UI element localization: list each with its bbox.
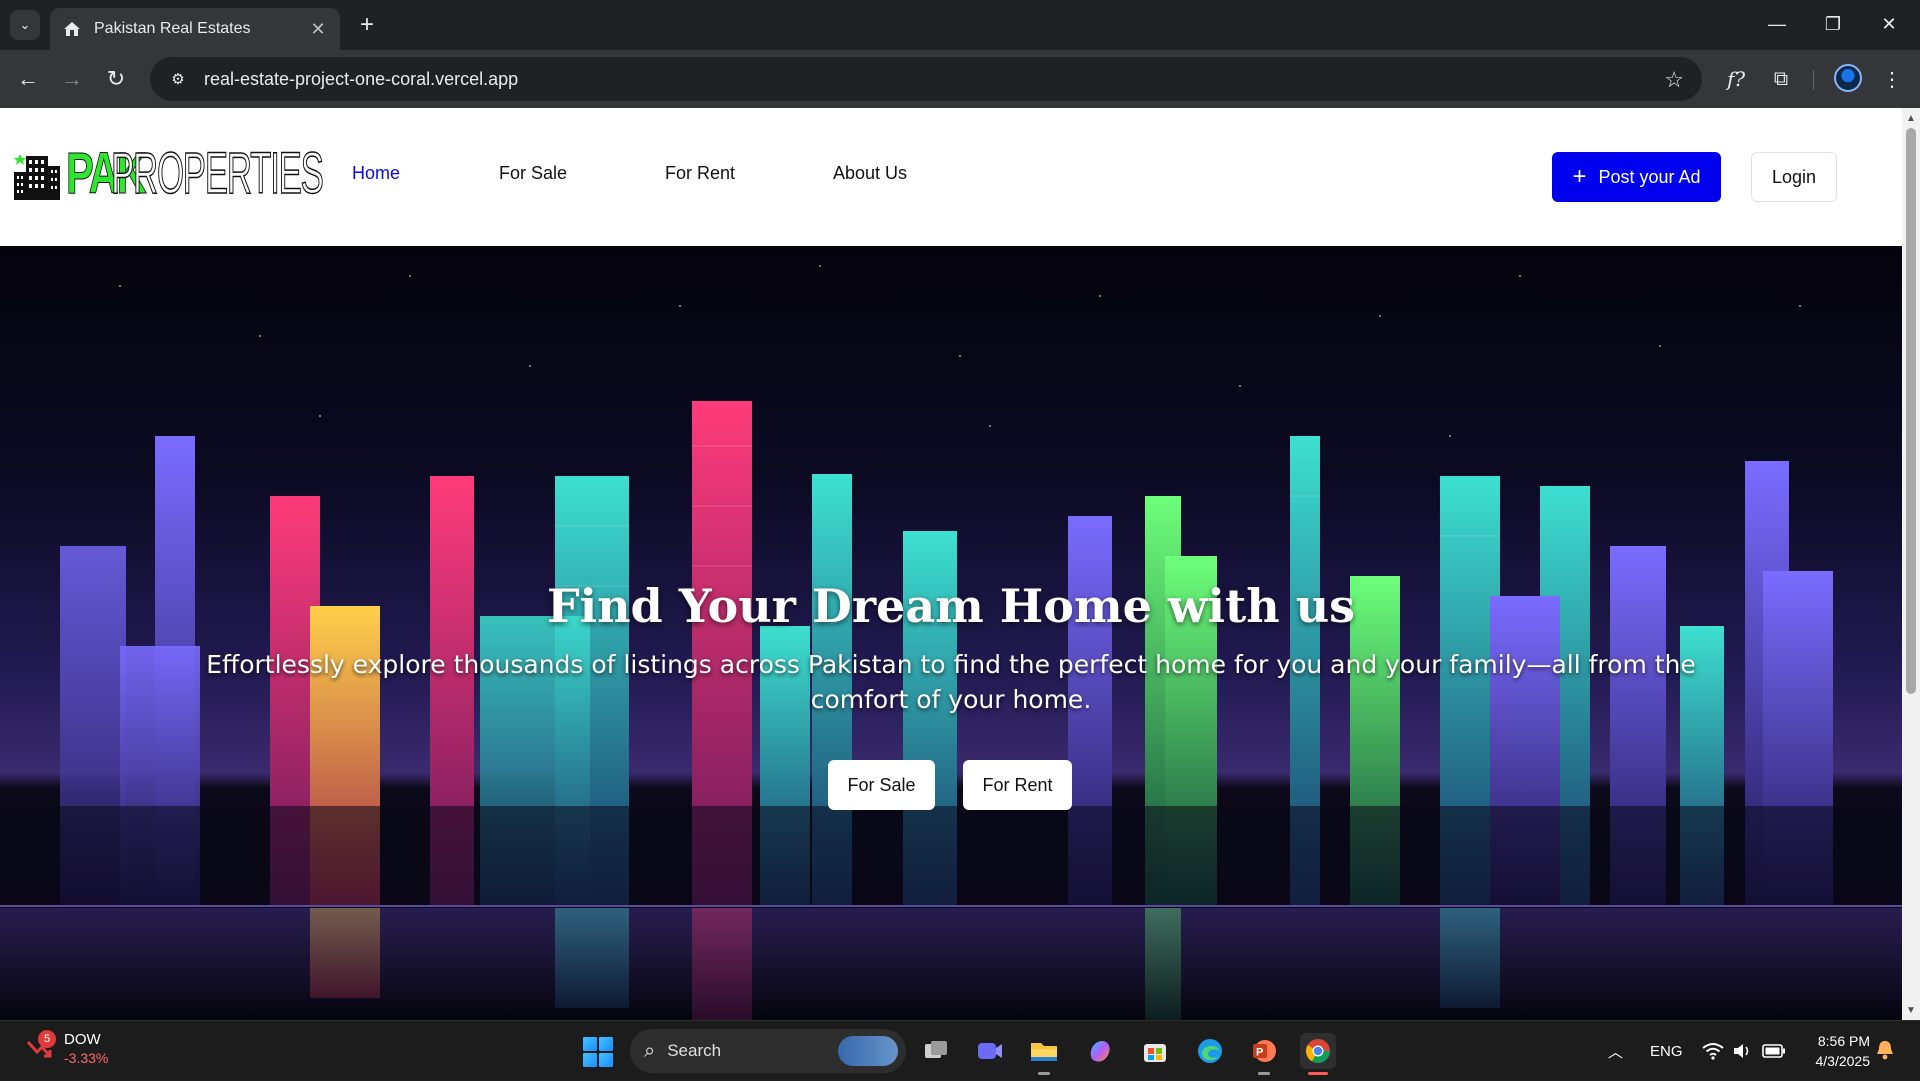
nav-for-sale[interactable]: For Sale — [499, 163, 567, 184]
language-indicator[interactable]: ENG — [1650, 1021, 1683, 1081]
arrow-left-icon: ← — [17, 66, 39, 91]
browser-tab-bar: ⌄ Pakistan Real Estates ✕ + — ❐ ✕ — [0, 0, 1920, 50]
arrow-right-icon: → — [61, 66, 83, 91]
url-text[interactable]: real-estate-project-one-coral.vercel.app — [204, 69, 518, 90]
notification-bell-icon[interactable] — [1875, 1039, 1897, 1061]
page-scrollbar[interactable]: ▲ ▼ — [1902, 108, 1920, 1020]
back-button[interactable]: ← — [12, 63, 44, 95]
scroll-up-arrow-icon[interactable]: ▲ — [1902, 110, 1920, 126]
system-clock[interactable]: 8:56 PM 4/3/2025 — [1800, 1031, 1871, 1071]
hero-section: Find Your Dream Home with us Effortlessl… — [0, 246, 1902, 1020]
new-tab-button[interactable]: + — [352, 10, 382, 40]
stock-widget[interactable]: 5 DOW -3.33% — [24, 1030, 109, 1067]
powerpoint-icon[interactable]: P — [1246, 1033, 1282, 1075]
restore-button[interactable]: ❐ — [1810, 8, 1856, 40]
post-ad-label: Post your Ad — [1598, 166, 1701, 187]
file-explorer-icon[interactable] — [1026, 1033, 1062, 1075]
site-header: PAK PROPERTIES Home For Sale For Rent Ab… — [0, 108, 1902, 246]
teams-meet-icon[interactable] — [972, 1033, 1008, 1069]
clock-date: 4/3/2025 — [1815, 1053, 1871, 1069]
hero-for-rent-button[interactable]: For Rent — [963, 760, 1072, 810]
nav-home[interactable]: Home — [352, 163, 400, 184]
close-tab-icon[interactable]: ✕ — [308, 19, 328, 40]
svg-text:P: P — [1256, 1047, 1263, 1059]
tab-title: Pakistan Real Estates — [94, 20, 251, 37]
city-skyline-background — [0, 265, 1902, 1020]
reload-icon: ↻ — [106, 66, 126, 91]
edge-icon[interactable] — [1192, 1033, 1228, 1069]
chrome-icon[interactable] — [1300, 1033, 1336, 1075]
logo-text-properties: PROPERTIES — [111, 141, 325, 206]
clock-time: 8:56 PM — [1817, 1033, 1870, 1049]
scrollbar-thumb[interactable] — [1906, 128, 1916, 694]
nav-about-us[interactable]: About Us — [833, 163, 907, 184]
search-highlight-icon — [838, 1036, 898, 1066]
reload-button[interactable]: ↻ — [100, 63, 132, 95]
start-icon[interactable] — [583, 1037, 613, 1067]
copilot-icon[interactable] — [1082, 1033, 1118, 1069]
hero-title: Find Your Dream Home with us — [546, 579, 1356, 633]
notification-badge: 5 — [38, 1030, 56, 1048]
tab-list-button[interactable]: ⌄ — [10, 10, 40, 40]
windows-taskbar: 5 DOW -3.33% ⌕ Search P ︿ ENG 8:56 PM 4/… — [0, 1020, 1920, 1080]
battery-icon[interactable] — [1762, 1021, 1786, 1081]
login-button[interactable]: Login — [1751, 152, 1837, 202]
puzzle-icon[interactable]: ⧉ — [1765, 63, 1797, 95]
browser-tab[interactable]: Pakistan Real Estates ✕ — [50, 8, 340, 50]
profile-avatar[interactable] — [1834, 64, 1862, 92]
task-view-icon[interactable] — [918, 1033, 954, 1069]
volume-icon[interactable] — [1732, 1021, 1752, 1081]
kebab-menu-icon[interactable]: ⋮ — [1876, 63, 1908, 95]
function-icon[interactable]: f? — [1720, 63, 1752, 95]
scroll-down-arrow-icon[interactable]: ▼ — [1902, 1002, 1920, 1018]
search-label: Search — [667, 1041, 722, 1060]
plus-icon: + — [1572, 163, 1587, 190]
toolbar-divider — [1813, 70, 1814, 90]
page-viewport: PAK PROPERTIES Home For Sale For Rent Ab… — [0, 108, 1902, 1020]
stock-name: DOW — [64, 1031, 101, 1048]
star-icon[interactable]: ☆ — [1664, 67, 1684, 93]
show-hidden-icons-icon[interactable]: ︿ — [1608, 1021, 1623, 1081]
close-window-button[interactable]: ✕ — [1866, 8, 1912, 40]
stock-change: -3.33% — [64, 1050, 109, 1066]
plus-icon: + — [359, 11, 374, 38]
nav-for-rent[interactable]: For Rent — [665, 163, 735, 184]
taskbar-search[interactable]: ⌕ Search — [630, 1029, 906, 1073]
chevron-down-icon: ⌄ — [19, 17, 31, 32]
forward-button[interactable]: → — [56, 63, 88, 95]
hero-for-sale-button[interactable]: For Sale — [828, 760, 935, 810]
browser-toolbar: ← → ↻ ⚙ real-estate-project-one-coral.ve… — [0, 50, 1920, 108]
microsoft-store-icon[interactable] — [1137, 1033, 1173, 1069]
tune-icon[interactable]: ⚙ — [166, 67, 190, 91]
address-bar[interactable]: ⚙ real-estate-project-one-coral.vercel.a… — [150, 57, 1702, 101]
wifi-icon[interactable] — [1702, 1021, 1724, 1081]
building-logo-icon — [14, 154, 60, 200]
post-ad-button[interactable]: + Post your Ad — [1552, 152, 1721, 202]
search-icon: ⌕ — [644, 1039, 656, 1062]
stock-down-icon: 5 — [24, 1030, 56, 1064]
hero-subtitle: Effortlessly explore thousands of listin… — [206, 650, 1696, 714]
house-favicon-icon — [64, 22, 80, 36]
minimize-button[interactable]: — — [1754, 8, 1800, 40]
